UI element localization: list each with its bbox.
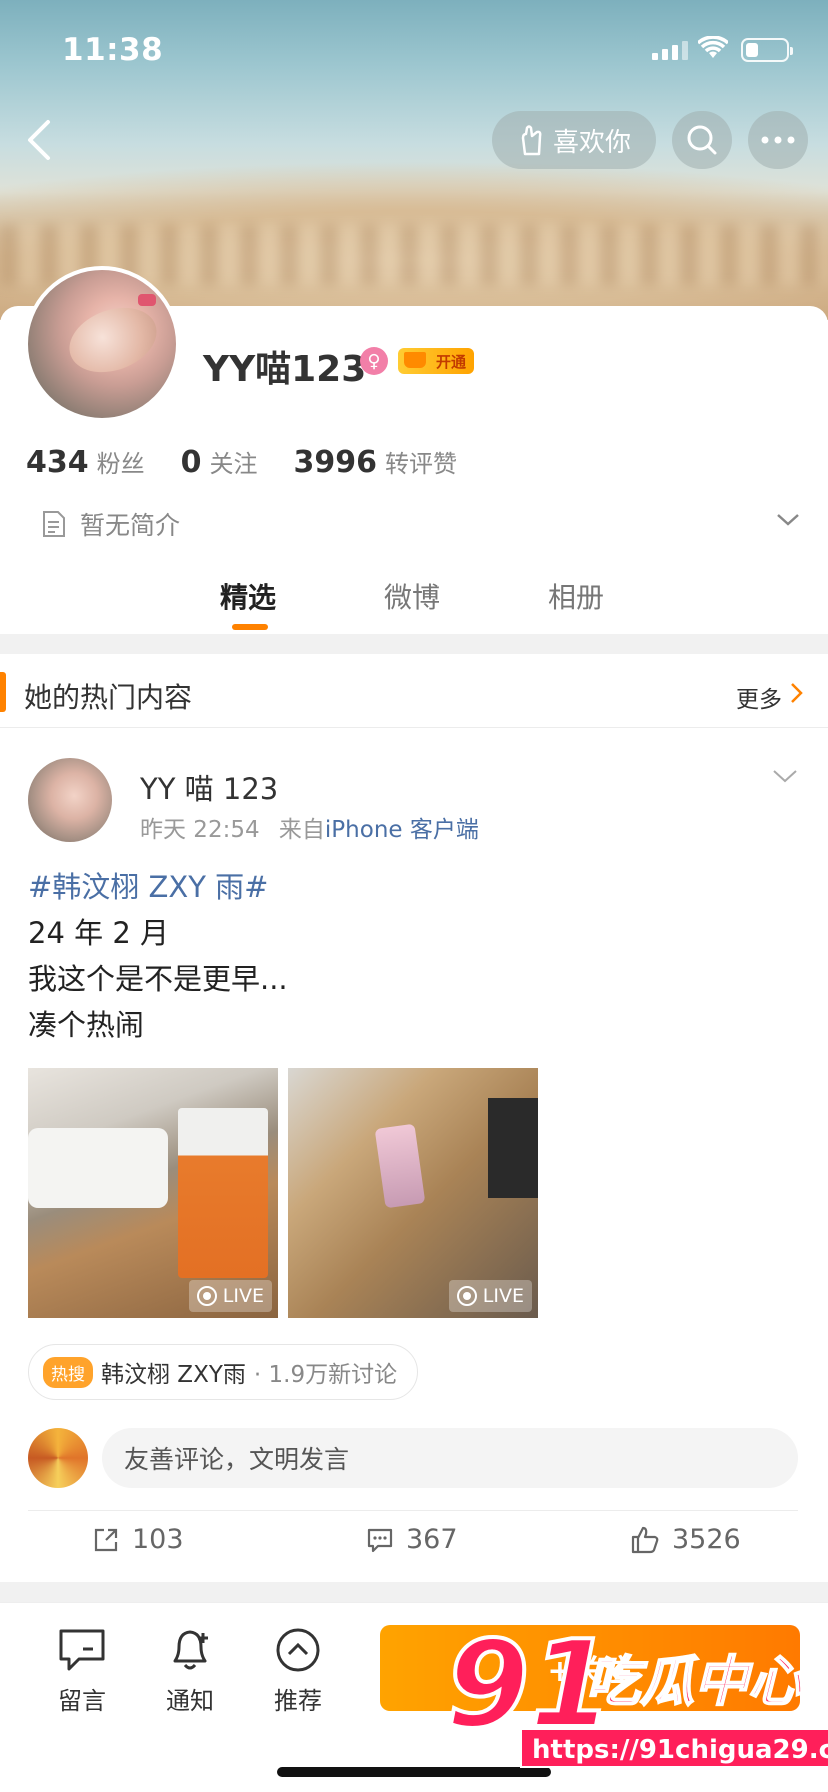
stat-value: 434 — [26, 445, 89, 480]
status-bar: 11:38 — [0, 30, 828, 70]
tab-underline — [232, 624, 268, 630]
divider — [28, 1510, 798, 1511]
message-label: 留言 — [58, 1687, 106, 1715]
live-icon — [456, 1286, 477, 1306]
chevron-up-circle-icon — [276, 1628, 320, 1672]
recommend-button[interactable]: 推荐 — [258, 1627, 338, 1716]
profile-tabs: 精选 微博 相册 — [0, 570, 828, 630]
wifi-icon — [698, 36, 728, 58]
comment-placeholder: 友善评论，文明发言 — [124, 1445, 350, 1474]
more-dots-icon — [761, 136, 795, 144]
comment-input[interactable]: 友善评论，文明发言 — [102, 1428, 798, 1488]
comment-icon — [367, 1528, 393, 1552]
avatar[interactable] — [24, 266, 180, 422]
live-label: LIVE — [222, 1285, 264, 1307]
post-line: 凑个热闹 — [28, 1008, 145, 1042]
hot-content-title: 她的热门内容 — [24, 681, 193, 714]
topic-count: · 1.9万新讨论 — [253, 1362, 398, 1388]
live-badge: LIVE — [448, 1280, 532, 1312]
more-link[interactable]: 更多 — [736, 680, 782, 714]
section-gap — [0, 1582, 828, 1602]
notify-button[interactable]: 通知 — [150, 1627, 230, 1716]
post-author[interactable]: YY 喵 123 — [140, 766, 278, 808]
expand-chevron-icon[interactable] — [776, 512, 800, 528]
post-hashtag[interactable]: #韩汶栩 ZXY 雨# — [28, 864, 288, 910]
thumbs-up-icon — [631, 1526, 659, 1553]
post-image[interactable]: LIVE — [288, 1068, 538, 1318]
document-icon — [43, 511, 65, 537]
live-icon — [196, 1286, 217, 1306]
stat-value: 3996 — [293, 445, 378, 480]
tab-weibo[interactable]: 微博 — [384, 576, 440, 616]
hand-heart-icon — [521, 125, 542, 156]
post-card: YY 喵 123 昨天 22:54 来自iPhone 客户端 #韩汶栩 ZXY … — [0, 728, 828, 1582]
chevron-right-icon[interactable] — [790, 682, 804, 704]
post-meta: 昨天 22:54 来自iPhone 客户端 — [140, 810, 479, 844]
tab-featured[interactable]: 精选 — [220, 576, 276, 616]
search-button[interactable] — [672, 111, 732, 169]
stat-label: 关注 — [209, 450, 258, 478]
profile-page: 11:38 喜欢你 YY喵123 ♀ 开通 434 粉丝 0 关注 3996 转评赞 … — [0, 0, 828, 1792]
search-icon — [687, 125, 717, 155]
bell-icon — [173, 1630, 208, 1670]
profile-intro[interactable]: 暂无简介 — [42, 506, 180, 542]
commenter-avatar — [28, 1428, 88, 1488]
repost-button[interactable]: 103 — [92, 1524, 184, 1555]
message-icon — [59, 1629, 105, 1671]
live-label: LIVE — [482, 1285, 524, 1307]
back-icon[interactable] — [20, 118, 60, 162]
profile-stats: 434 粉丝 0 关注 3996 转评赞 — [26, 444, 493, 480]
post-line: 我这个是不是更早... — [28, 962, 288, 996]
message-button[interactable]: 留言 — [42, 1627, 122, 1716]
vip-label: 开通 — [435, 352, 466, 371]
user-name: YY喵123 — [203, 349, 367, 390]
stat-fans[interactable]: 434 粉丝 — [26, 444, 145, 480]
post-image[interactable]: LIVE — [28, 1068, 278, 1318]
watermark: 91 吃瓜中心 https://91chigua29.com — [440, 1624, 828, 1792]
repost-count: 103 — [132, 1524, 184, 1555]
notify-label: 通知 — [166, 1687, 214, 1715]
comment-count: 367 — [406, 1524, 458, 1555]
recommend-label: 推荐 — [274, 1687, 322, 1715]
like-count: 3526 — [672, 1524, 741, 1555]
post-text: #韩汶栩 ZXY 雨# 24 年 2 月 我这个是不是更早... 凑个热闹 — [28, 864, 288, 1048]
hot-content-header: 她的热门内容 更多 — [0, 654, 828, 728]
battery-icon — [741, 38, 793, 62]
hot-search-badge: 热搜 — [43, 1356, 93, 1388]
section-gap — [0, 634, 828, 654]
like-button[interactable]: 3526 — [630, 1524, 741, 1555]
vip-badge[interactable]: 开通 — [398, 348, 474, 374]
share-icon — [94, 1528, 118, 1551]
like-you-label: 喜欢你 — [552, 127, 631, 158]
post-from: 来自 — [278, 817, 325, 843]
post-avatar[interactable] — [28, 758, 112, 842]
intro-text: 暂无简介 — [80, 511, 181, 540]
watermark-url: https://91chigua29.com — [520, 1728, 828, 1768]
like-you-button[interactable]: 喜欢你 — [492, 111, 656, 169]
hot-search-topic[interactable]: 热搜 韩汶栩 ZXY雨 · 1.9万新讨论 — [28, 1344, 419, 1400]
live-badge: LIVE — [188, 1280, 272, 1312]
signal-icon — [652, 40, 688, 60]
stat-interactions[interactable]: 3996 转评赞 — [294, 444, 458, 480]
status-time: 11:38 — [62, 32, 164, 68]
post-line: 24 年 2 月 — [28, 916, 170, 950]
topic-name: 韩汶栩 ZXY雨 — [101, 1362, 246, 1388]
post-time: 昨天 22:54 — [140, 817, 260, 843]
post-menu-chevron-icon[interactable] — [772, 768, 798, 784]
stat-label: 粉丝 — [96, 450, 145, 478]
tab-album[interactable]: 相册 — [548, 576, 604, 616]
comment-button[interactable]: 367 — [366, 1524, 458, 1555]
female-icon: ♀ — [360, 347, 388, 375]
watermark-text: 吃瓜中心 — [585, 1650, 803, 1713]
post-source[interactable]: iPhone 客户端 — [325, 817, 479, 843]
more-button[interactable] — [748, 111, 808, 169]
stat-following[interactable]: 0 关注 — [181, 444, 258, 480]
stat-label: 转评赞 — [385, 450, 457, 478]
stat-value: 0 — [180, 445, 202, 480]
